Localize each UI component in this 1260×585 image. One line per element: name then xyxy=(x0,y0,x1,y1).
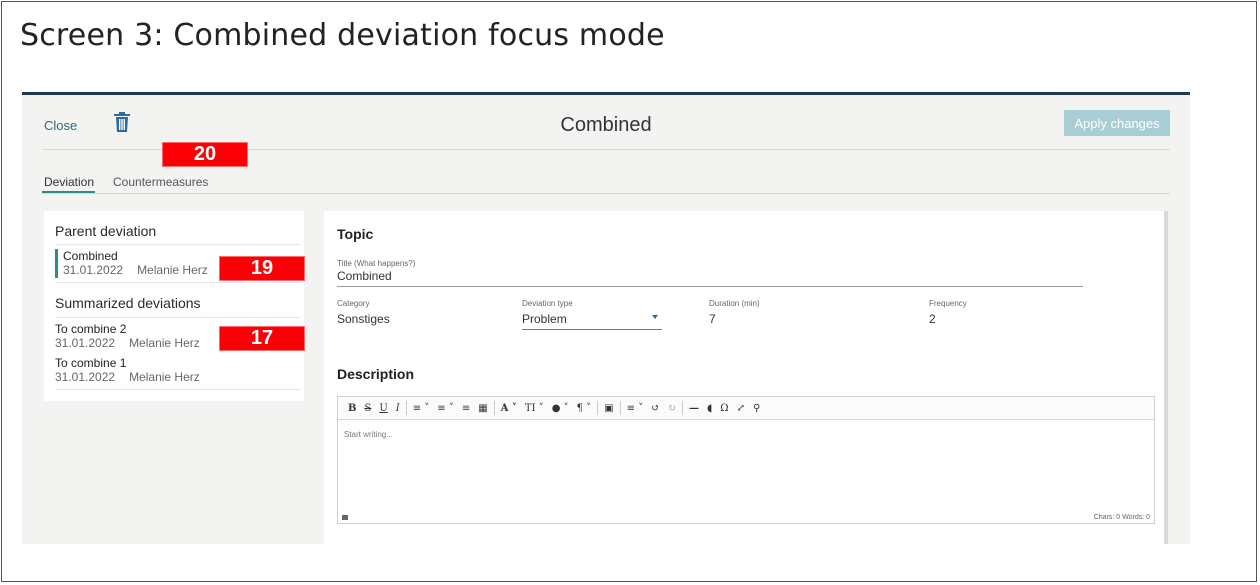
paragraph-icon[interactable]: ¶ ˅ xyxy=(573,399,596,417)
deviation-type-label: Deviation type xyxy=(522,299,573,308)
deviation-list-panel: Parent deviation Combined 31.01.2022 Mela… xyxy=(44,211,304,401)
deviation-type-underline xyxy=(522,329,662,330)
char-word-counter: Chars: 0 Words: 0 xyxy=(1093,513,1150,521)
description-editor[interactable]: B S U I ≡ ˅ ≡ ˅ ≡ ▦ A ˅ TI ˅ ● ˅ ¶ ˅ ▣ ≡… xyxy=(337,396,1155,524)
redo-icon[interactable]: ↻ xyxy=(664,399,680,417)
toolbar-divider xyxy=(405,401,407,415)
parent-deviation-heading: Parent deviation xyxy=(55,223,157,239)
dialog-title: Combined xyxy=(560,114,652,136)
tab-divider xyxy=(42,193,1170,194)
panel-scrollbar[interactable] xyxy=(1164,211,1168,544)
title-underline xyxy=(337,286,1083,287)
title-label: Title (What happens?) xyxy=(337,259,416,268)
bold-icon[interactable]: B xyxy=(344,399,360,417)
tab-deviation[interactable]: Deviation xyxy=(44,175,94,189)
special-char-icon[interactable]: Ω xyxy=(716,399,732,417)
italic-icon[interactable]: I xyxy=(392,399,404,417)
resize-handle-icon[interactable] xyxy=(342,514,348,520)
summarized-deviation-user: Melanie Herz xyxy=(129,370,200,384)
eraser-icon[interactable]: ◖ xyxy=(703,399,716,417)
item-divider xyxy=(55,389,301,390)
undo-icon[interactable]: ↺ xyxy=(647,399,663,417)
font-color-icon[interactable]: A ˅ xyxy=(497,399,521,417)
item-divider xyxy=(55,244,301,245)
category-label: Category xyxy=(337,299,370,308)
summarized-deviations-heading: Summarized deviations xyxy=(55,295,201,311)
underline-icon[interactable]: U xyxy=(375,399,391,417)
deviation-form-panel: Topic Title (What happens?) Combined Cat… xyxy=(324,211,1164,544)
annotation-badge-summarized: 17 xyxy=(219,326,305,351)
category-value[interactable]: Sonstiges xyxy=(337,312,390,326)
list-item[interactable]: To combine 1 31.01.2022 Melanie Herz xyxy=(55,356,301,385)
search-icon[interactable]: ⚲ xyxy=(749,399,764,417)
summarized-deviation-user: Melanie Herz xyxy=(129,336,200,350)
outdent-icon[interactable]: ≡ xyxy=(458,399,474,417)
title-input[interactable]: Combined xyxy=(337,269,392,283)
highlight-icon[interactable]: ● ˅ xyxy=(548,399,573,417)
topic-heading: Topic xyxy=(337,226,374,242)
numbered-list-icon[interactable]: ≡ ˅ xyxy=(433,399,458,417)
bullet-list-icon[interactable]: ≡ ˅ xyxy=(409,399,434,417)
horizontal-rule-icon[interactable]: — xyxy=(685,399,703,417)
description-heading: Description xyxy=(337,366,415,382)
summarized-deviation-date: 31.01.2022 xyxy=(55,370,116,384)
frequency-value[interactable]: 2 xyxy=(929,312,936,326)
annotation-badge-parent: 19 xyxy=(219,256,305,281)
item-divider xyxy=(55,282,301,283)
apply-changes-button[interactable]: Apply changes xyxy=(1064,110,1170,136)
toolbar-divider xyxy=(681,401,683,415)
editor-footer: Chars: 0 Words: 0 xyxy=(338,511,1154,523)
align-icon[interactable]: ≡ ˅ xyxy=(623,399,648,417)
parent-deviation-date: 31.01.2022 xyxy=(63,263,124,277)
duration-label: Duration (min) xyxy=(709,299,760,308)
tab-countermeasures[interactable]: Countermeasures xyxy=(113,175,208,189)
toolbar-divider xyxy=(493,401,495,415)
strikethrough-icon[interactable]: S xyxy=(360,399,375,417)
duration-value[interactable]: 7 xyxy=(709,312,716,326)
image-icon[interactable]: ▣ xyxy=(600,399,617,417)
fullscreen-icon[interactable]: ⤢ xyxy=(733,399,749,417)
frequency-label: Frequency xyxy=(929,299,967,308)
parent-deviation-user: Melanie Herz xyxy=(137,263,208,277)
summarized-deviation-date: 31.01.2022 xyxy=(55,336,116,350)
toolbar-divider xyxy=(619,401,621,415)
toolbar-divider xyxy=(597,401,599,415)
font-size-icon[interactable]: TI ˅ xyxy=(521,399,548,417)
deviation-type-select[interactable]: Problem xyxy=(522,312,567,326)
screen-title: Screen 3: Combined deviation focus mode xyxy=(20,18,665,53)
indent-icon[interactable]: ▦ xyxy=(474,399,491,417)
item-divider xyxy=(55,317,301,318)
summarized-deviation-name: To combine 1 xyxy=(55,356,127,370)
editor-placeholder: Start writing... xyxy=(344,430,393,439)
annotation-badge-countermeasures: 20 xyxy=(162,142,248,167)
editor-toolbar: B S U I ≡ ˅ ≡ ˅ ≡ ▦ A ˅ TI ˅ ● ˅ ¶ ˅ ▣ ≡… xyxy=(338,397,1154,420)
chevron-down-icon[interactable] xyxy=(652,315,658,319)
